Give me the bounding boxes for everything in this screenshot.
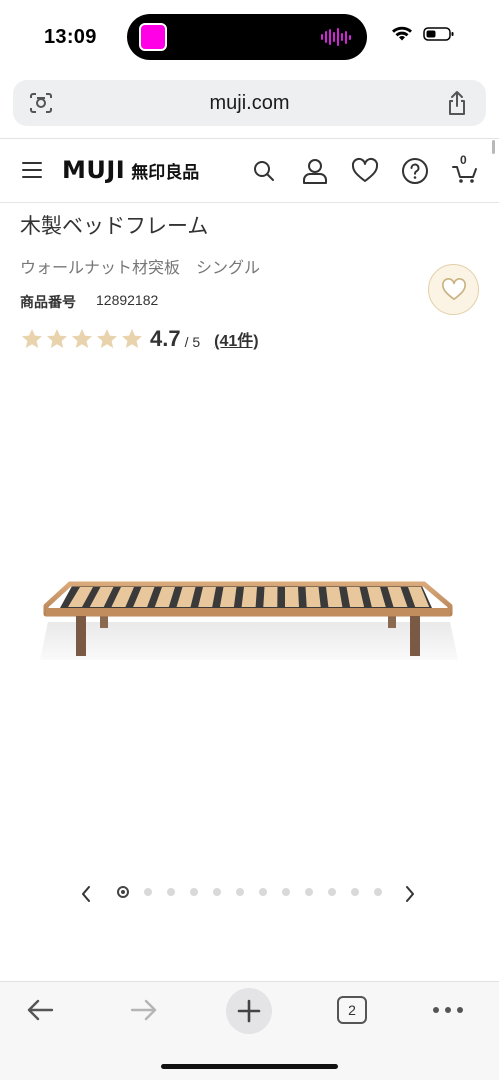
cart-count-badge: 0 bbox=[460, 153, 467, 167]
home-indicator bbox=[161, 1064, 338, 1069]
battery-icon bbox=[423, 27, 454, 41]
scroll-indicator bbox=[492, 140, 495, 154]
product-subtitle: ウォールナット材突板 シングル bbox=[20, 260, 261, 277]
star-icon bbox=[97, 329, 117, 348]
url-text[interactable]: muji.com bbox=[13, 92, 486, 115]
site-header: MUJI 無印良品 0 bbox=[0, 139, 499, 203]
carousel-dot[interactable] bbox=[236, 888, 244, 896]
account-icon[interactable] bbox=[301, 157, 329, 185]
chevron-right-icon[interactable] bbox=[402, 883, 418, 905]
image-carousel bbox=[0, 880, 499, 908]
back-arrow-icon[interactable] bbox=[24, 996, 56, 1024]
heart-icon bbox=[441, 277, 466, 300]
carousel-dot[interactable] bbox=[190, 888, 198, 896]
chevron-left-icon[interactable] bbox=[78, 883, 94, 905]
share-icon[interactable] bbox=[446, 90, 468, 116]
product-number-value: 12892182 bbox=[96, 292, 159, 308]
cart-button[interactable]: 0 bbox=[451, 153, 479, 185]
star-icon bbox=[122, 329, 142, 348]
status-time: 13:09 bbox=[44, 26, 97, 48]
audio-wave-icon bbox=[321, 28, 351, 46]
add-to-favorites-button[interactable] bbox=[428, 264, 479, 315]
dynamic-island bbox=[127, 14, 367, 60]
menu-icon[interactable] bbox=[22, 162, 42, 180]
logo-text-en: MUJI bbox=[62, 156, 126, 184]
logo-text-jp: 無印良品 bbox=[131, 163, 200, 182]
new-tab-button[interactable] bbox=[226, 988, 272, 1034]
star-icon bbox=[47, 329, 67, 348]
help-icon[interactable] bbox=[401, 157, 429, 185]
carousel-dot[interactable] bbox=[374, 888, 382, 896]
wifi-icon bbox=[392, 26, 412, 41]
bed-slat bbox=[305, 587, 321, 607]
carousel-dot[interactable] bbox=[259, 888, 267, 896]
rating-stars bbox=[20, 327, 144, 351]
product-rating: 4.7 / 5 (41件) bbox=[20, 326, 259, 352]
live-activity-app-icon bbox=[139, 23, 167, 51]
bed-slat bbox=[285, 587, 299, 607]
carousel-dot[interactable] bbox=[117, 886, 129, 898]
status-bar: 13:09 bbox=[0, 0, 499, 72]
favorites-heart-icon[interactable] bbox=[351, 157, 379, 185]
carousel-dot[interactable] bbox=[167, 888, 175, 896]
forward-arrow-icon[interactable] bbox=[128, 996, 160, 1024]
more-options-icon[interactable] bbox=[432, 1006, 464, 1014]
carousel-dot[interactable] bbox=[144, 888, 152, 896]
product-number-label: 商品番号 bbox=[20, 294, 76, 310]
rating-max: / 5 bbox=[184, 334, 201, 350]
bed-slat bbox=[263, 587, 278, 607]
carousel-dot[interactable] bbox=[213, 888, 221, 896]
rating-value: 4.7 bbox=[150, 326, 181, 351]
status-icons bbox=[391, 26, 455, 42]
plus-icon bbox=[237, 999, 261, 1023]
star-icon bbox=[72, 329, 92, 348]
address-bar[interactable]: muji.com bbox=[13, 80, 486, 126]
carousel-dot[interactable] bbox=[305, 888, 313, 896]
product-number: 商品番号 12892182 bbox=[20, 292, 158, 312]
carousel-dots bbox=[117, 886, 382, 898]
star-icon bbox=[22, 329, 42, 348]
bed-slat bbox=[241, 587, 257, 607]
tabs-button[interactable]: 2 bbox=[337, 996, 367, 1024]
product-title: 木製ベッドフレーム bbox=[20, 215, 209, 238]
carousel-dot[interactable] bbox=[328, 888, 336, 896]
muji-logo[interactable]: MUJI 無印良品 bbox=[62, 156, 199, 184]
product-image[interactable] bbox=[30, 560, 470, 670]
carousel-dot[interactable] bbox=[351, 888, 359, 896]
review-count-link[interactable]: (41件) bbox=[214, 327, 258, 351]
bed-slats bbox=[68, 587, 430, 607]
search-icon[interactable] bbox=[250, 157, 278, 185]
carousel-dot[interactable] bbox=[282, 888, 290, 896]
